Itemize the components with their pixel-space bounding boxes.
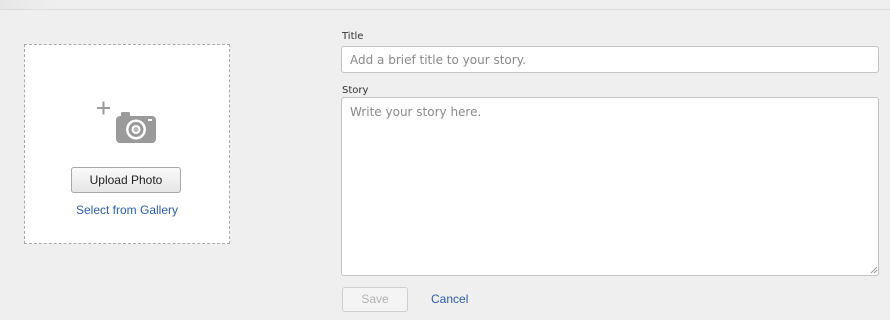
upload-photo-button[interactable]: Upload Photo	[71, 167, 181, 193]
title-input[interactable]	[341, 46, 879, 73]
top-divider	[0, 9, 890, 10]
photo-upload-dropzone[interactable]: Upload Photo Select from Gallery	[24, 44, 230, 244]
resize-handle-icon[interactable]	[870, 266, 878, 274]
story-textarea[interactable]	[341, 97, 879, 276]
story-label: Story	[342, 85, 369, 96]
add-photo-camera-icon	[97, 101, 156, 143]
select-from-gallery-link[interactable]: Select from Gallery	[25, 203, 229, 217]
cancel-link[interactable]: Cancel	[431, 292, 468, 306]
save-button[interactable]: Save	[342, 287, 408, 312]
title-label: Title	[342, 31, 364, 42]
